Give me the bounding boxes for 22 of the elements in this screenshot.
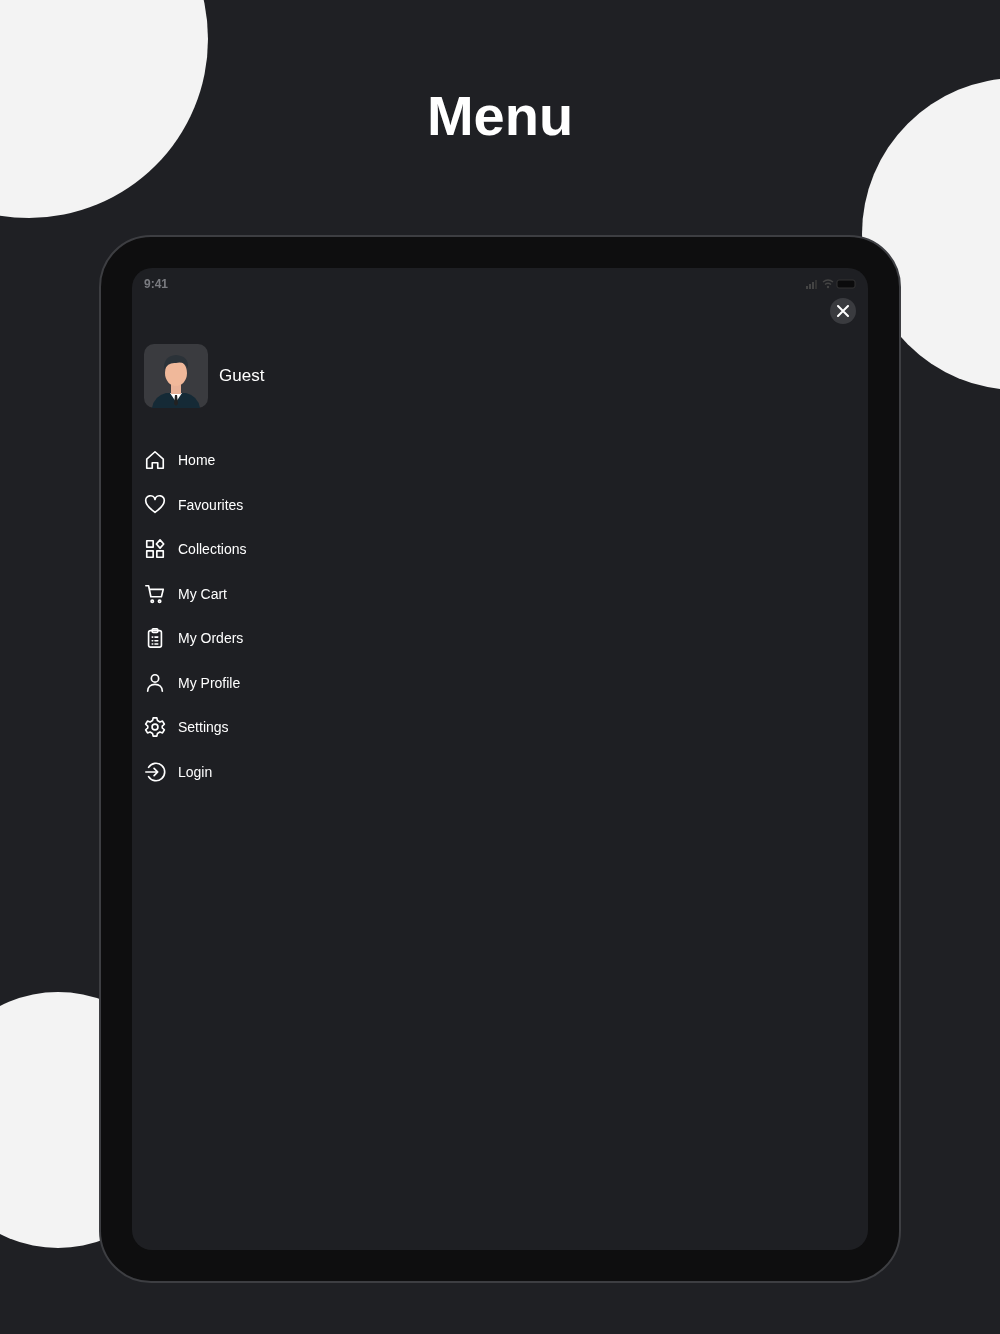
avatar-icon: [144, 344, 208, 408]
login-icon: [144, 760, 166, 783]
menu-item[interactable]: Favourites: [144, 482, 244, 527]
person-icon: [144, 671, 166, 694]
menu-item[interactable]: Home: [144, 438, 216, 483]
grid-icon: [144, 538, 166, 561]
close-button[interactable]: [830, 298, 856, 324]
status-time: 9:41: [144, 277, 169, 291]
menu-item[interactable]: My Orders: [144, 616, 244, 661]
menu-item[interactable]: My Profile: [144, 660, 241, 705]
menu-item[interactable]: Login: [144, 749, 213, 794]
menu-item[interactable]: Collections: [144, 527, 247, 572]
close-icon: [837, 305, 849, 317]
cart-icon: [144, 582, 166, 605]
menu-item[interactable]: My Cart: [144, 571, 227, 616]
settings-icon: [144, 716, 166, 739]
user-name: Guest: [219, 366, 265, 386]
page-heading: Menu: [426, 83, 574, 149]
status-icons: [806, 279, 856, 289]
heart-icon: [144, 493, 166, 516]
home-icon: [144, 449, 166, 472]
menu-item[interactable]: Settings: [144, 705, 229, 750]
